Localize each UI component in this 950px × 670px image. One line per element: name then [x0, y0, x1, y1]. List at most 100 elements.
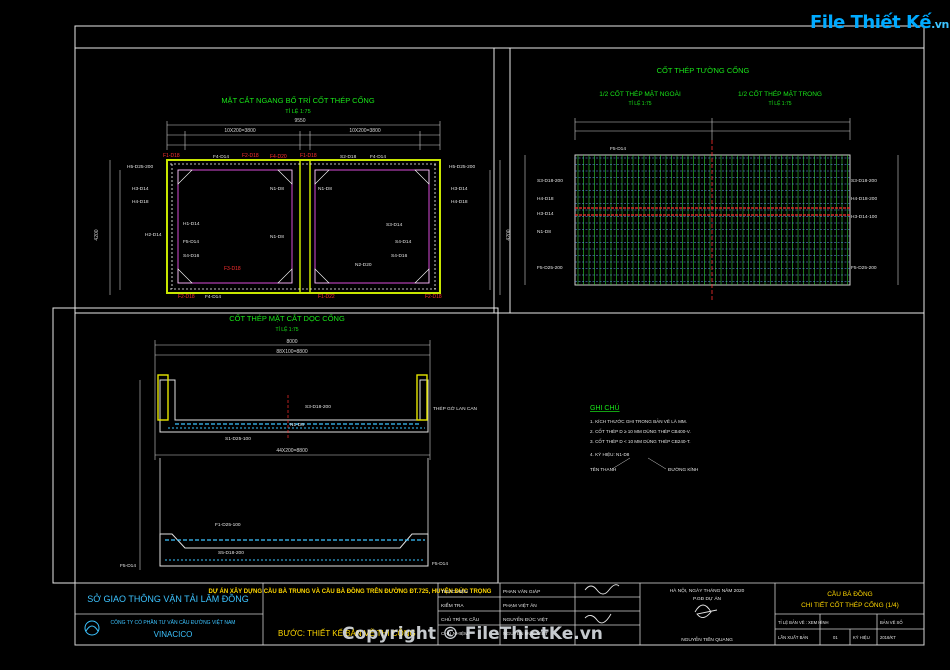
role-label: CHỦ TRÌ TK CẦU — [441, 616, 480, 623]
rebar-label: F4-D20 — [270, 154, 287, 160]
rebar-label: N1-D8 — [318, 186, 332, 192]
rebar-label: S2-D18 — [340, 154, 357, 160]
date-line: HÀ NỘI, NGÀY THÁNG NĂM 2020 — [670, 587, 745, 594]
copyright-watermark: Copyright © FileThietKe.vn — [342, 624, 603, 644]
meta-label: KÝ HIỆU — [853, 635, 870, 640]
sheet-b-title: CỐT THÉP TƯỜNG CỐNG — [657, 65, 750, 75]
staff-name: NGUYỄN ĐỨC VIỆT — [503, 615, 548, 623]
dim-height-right: 4200 — [506, 229, 512, 240]
rebar-label: S4-D16 — [183, 253, 200, 259]
sheet-c-labels: S3-D18-200 THÉP GỜ LAN CAN N1-D8 S1-D25-… — [120, 404, 478, 569]
sheet-c-scale: TỈ LỆ 1:75 — [275, 325, 298, 333]
rebar-label: S1-D25-100 — [225, 436, 251, 442]
site-logo-suffix: .vn — [931, 18, 949, 31]
sheet-a-title: MẶT CẮT NGANG BỐ TRÍ CỐT THÉP CỐNG — [221, 95, 375, 105]
meta-label: TỈ LỆ BẢN VẼ : XEM HÌNH — [778, 620, 829, 625]
rebar-label: N2-D20 — [355, 262, 372, 268]
rebar-label: H4-D18 — [132, 199, 149, 205]
rebar-label: S4-D14 — [395, 239, 412, 245]
rebar-label: F4-D14 — [205, 294, 221, 300]
sheet-b-scale-left: TỈ LỆ 1:75 — [628, 99, 651, 107]
rebar-label: S3-D14 — [386, 222, 403, 228]
notes-line: 4. KÝ HIỆU: N1-D8 — [590, 450, 630, 457]
dim-total: 9550 — [294, 118, 305, 124]
dim-height-left: 4200 — [94, 229, 100, 240]
rebar-label: H4-D18-200 — [851, 196, 877, 202]
notes-block: GHI CHÚ 1. KÍCH THƯỚC GHI TRONG BẢN VẼ L… — [590, 403, 698, 472]
drawing-title: CẦU BÀ ĐỒNG — [827, 588, 873, 598]
site-logo-text: File Thiết Kế — [810, 12, 932, 33]
director-role: P.GĐ DỰ ÁN — [693, 595, 722, 602]
rebar-label: S3-D18-200 — [537, 178, 563, 184]
rebar-label: F5-D25-200 — [851, 265, 877, 271]
rebar-label: H1-D14 — [183, 221, 200, 227]
notes-line: 3. CỐT THÉP D < 10 MM DÙNG THÉP CB240-T. — [590, 438, 691, 444]
company-line: CÔNG TY CỔ PHẦN TƯ VẤN CẦU ĐƯỜNG VIỆT NA… — [111, 618, 236, 626]
rebar-label: H5-D25-200 — [127, 164, 153, 170]
rebar-label: F1-D18 — [300, 153, 317, 159]
sheet-a-white-labels: H5-D25-200 H5-D25-200 H3-D14 H4-D18 H2-D… — [127, 154, 475, 300]
meta-value: 01 — [833, 635, 838, 640]
rebar-label: N1-D8 — [290, 422, 304, 428]
legend-right: ĐƯỜNG KÍNH — [668, 466, 698, 472]
dim-top-spacing: 88X100=8800 — [276, 349, 308, 355]
rebar-label: F4-D14 — [213, 154, 229, 160]
wall-rebar-grid — [574, 140, 851, 300]
rebar-label: F4-D14 — [370, 154, 386, 160]
notes-line: 2. CỐT THÉP D ≥ 10 MM DÙNG THÉP CB400-V. — [590, 428, 691, 434]
rebar-label: F1-D22 — [318, 294, 335, 300]
director-name: NGUYỄN TIẾN QUANG — [681, 636, 733, 643]
rebar-label: F5-D14 — [183, 239, 199, 245]
company-logo-icon — [84, 620, 100, 636]
legend-left: TÊN THANH — [590, 465, 616, 472]
meta-value: 2016/KT — [880, 635, 896, 640]
longitudinal-section — [157, 374, 429, 567]
rebar-label: H3-D14 — [451, 186, 468, 192]
dim-bottom-spacing: 44X200=8800 — [276, 448, 308, 454]
rebar-label: F2-D18 — [242, 153, 259, 159]
sheet-c-title: CỐT THÉP MẶT CẮT DỌC CỐNG — [229, 313, 345, 323]
rebar-label: H4-D18 — [537, 196, 554, 202]
rebar-label: N1-D8 — [270, 186, 284, 192]
sheet-b-left-title: 1/2 CỐT THÉP MẶT NGOÀI — [599, 88, 681, 98]
rebar-label: F2-D18 — [425, 294, 442, 300]
rebar-label: H3-D14-100 — [851, 214, 877, 220]
sheet-frame — [74, 25, 925, 646]
rebar-label: F5-D25-200 — [537, 265, 563, 271]
site-logo: File Thiết Kế.vn — [810, 12, 949, 33]
rebar-label: F5-D14 — [432, 561, 448, 567]
rebar-label: F5-D14 — [120, 563, 136, 569]
rebar-label: N1-D8 — [537, 229, 551, 235]
sheet-b-scale-right: TỈ LỆ 1:75 — [768, 99, 791, 107]
sheet-a-scale: TỈ LỆ 1:75 — [285, 107, 310, 115]
cad-drawing-canvas: MẶT CẮT NGANG BỐ TRÍ CỐT THÉP CỐNG TỈ LỆ… — [52, 25, 925, 646]
rebar-label: S3-D18-200 — [851, 178, 877, 184]
rebar-label: F2-D18 — [178, 294, 195, 300]
drawing-subtitle: CHI TIẾT CỐT THÉP CỐNG (1/4) — [801, 599, 899, 609]
rebar-label: F5-D14 — [610, 146, 626, 152]
dim-span-left: 10X200=3800 — [224, 128, 256, 134]
sheet-c-dimensions — [139, 340, 431, 570]
rebar-label: THÉP GỜ LAN CAN — [433, 405, 478, 412]
rebar-label: H5-D25-200 — [449, 164, 475, 170]
meta-label: BẢN VẼ SỐ — [880, 620, 903, 625]
rebar-label: F1-D18 — [163, 153, 180, 159]
rebar-label: F1-D25-100 — [215, 522, 241, 528]
rebar-label: H4-D18 — [451, 199, 468, 205]
sheet-a-dimensions — [109, 121, 501, 295]
sheet-b-right-title: 1/2 CỐT THÉP MẶT TRONG — [738, 88, 822, 98]
rebar-label: N1-D8 — [270, 234, 284, 240]
meta-label: LẦN XUẤT BẢN — [778, 635, 808, 640]
rebar-label: H2-D14 — [145, 232, 162, 238]
notes-line: 1. KÍCH THƯỚC GHI TRONG BẢN VẼ LÀ MM. — [590, 418, 687, 424]
rebar-label: S4-D16 — [391, 253, 408, 259]
rebar-label: S5-D18-200 — [218, 550, 244, 556]
dim-length: 8000 — [286, 339, 297, 345]
staff-name: PHAN VĂN GIÁP — [503, 588, 540, 595]
dim-span-right: 10X200=3800 — [349, 128, 381, 134]
staff-name: PHẠM VIỆT ÂN — [503, 601, 537, 609]
role-label: KIỂM TRA — [441, 602, 464, 609]
rebar-label: S3-D18-200 — [305, 404, 331, 410]
rebar-label: H3-D14 — [132, 186, 149, 192]
company-name: VINACICO — [154, 630, 193, 639]
